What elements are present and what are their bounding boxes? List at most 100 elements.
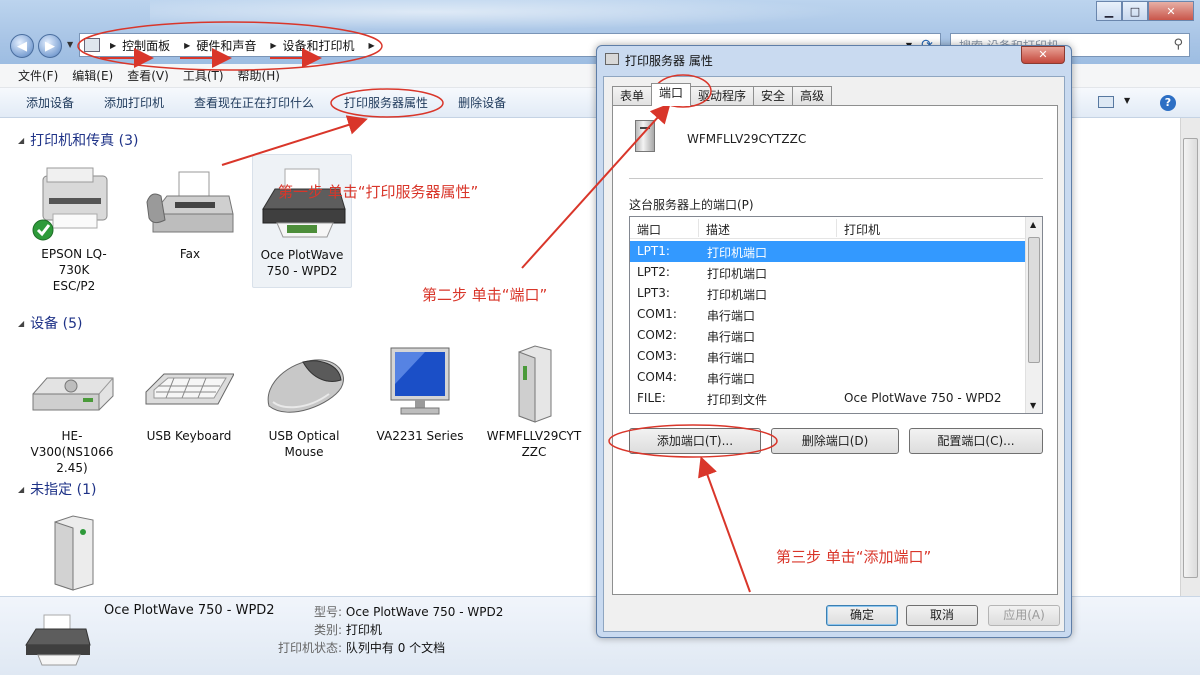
help-icon[interactable]: ? [1160,95,1176,111]
view-dropdown-icon[interactable]: ▼ [1124,96,1130,105]
table-row[interactable]: COM4: 串行端口 [630,367,1026,388]
device-usb-mouse[interactable]: USB Optical Mouse [254,344,354,460]
device-va2231-monitor[interactable]: VA2231 Series [370,344,470,444]
add-port-button[interactable]: 添加端口(T)... [629,428,761,454]
ports-list[interactable]: 端口 描述 打印机 LPT1: 打印机端口 LPT2: 打印机端口 LPT3: … [629,216,1043,414]
add-printer-button[interactable]: 添加打印机 [104,94,164,111]
delete-port-button[interactable]: 删除端口(D) [771,428,899,454]
apply-button[interactable]: 应用(A) [988,605,1060,626]
scroll-up-icon[interactable]: ▲ [1030,220,1036,229]
tab-advanced[interactable]: 高级 [792,86,833,106]
column-description[interactable]: 描述 [706,221,730,238]
device-oce-plotwave[interactable]: Oce PlotWave 750 - WPD2 [252,154,352,288]
table-row[interactable]: FILE: 打印到文件 Oce PlotWave 750 - WPD2 [630,388,1026,409]
control-panel-icon [84,38,100,52]
scrollbar-thumb[interactable] [1183,138,1198,578]
device-label: EPSON LQ-730K ESC/P2 [41,247,107,293]
recent-pages-dropdown[interactable]: ▼ [67,40,73,49]
breadcrumb-separator[interactable]: ▶ [184,41,190,50]
details-status-label: 打印机状态: [278,641,343,655]
scrollbar-thumb[interactable] [1028,237,1040,363]
breadcrumb-separator[interactable]: ▶ [110,41,116,50]
tab-ports[interactable]: 端口 [651,83,692,106]
add-device-button[interactable]: 添加设备 [26,94,74,111]
desc-cell: 串行端口 [707,351,756,365]
group-unspecified-header[interactable]: ◢ 未指定 (1) [18,479,96,499]
table-row[interactable]: COM1: 串行端口 [630,304,1026,325]
printer-icon [605,53,619,65]
close-button[interactable]: ✕ [1148,1,1194,21]
details-printer-icon [22,611,92,669]
device-label: HE-V300(NS1066 2.45) [30,429,114,475]
change-view-icon[interactable] [1098,96,1114,108]
port-cell: LPT1: [637,244,670,258]
table-row[interactable]: LPT3: 打印机端口 [630,283,1026,304]
print-server-properties-button[interactable]: 打印服务器属性 [344,94,428,111]
ok-button[interactable]: 确定 [826,605,898,626]
printer-icon [257,163,347,243]
table-row[interactable]: COM3: 串行端口 [630,346,1026,367]
port-cell: COM1: [637,307,677,321]
printer-icon [29,162,119,242]
column-divider[interactable] [698,219,699,237]
see-whats-printing-button[interactable]: 查看现在正在打印什么 [194,94,314,111]
menu-file[interactable]: 文件(F) [18,67,58,84]
device-fax[interactable]: Fax [140,162,240,262]
maximize-button[interactable]: □ [1122,1,1148,21]
annotation-step1: 第一步 单击“打印服务器属性” [278,183,479,201]
device-label: USB Keyboard [146,429,232,443]
table-row[interactable]: LPT1: 打印机端口 [630,241,1026,262]
group-devices-header[interactable]: ◢ 设备 (5) [18,313,82,333]
port-cell: FILE: [637,391,666,405]
table-row[interactable]: COM2: 串行端口 [630,325,1026,346]
remove-device-button[interactable]: 删除设备 [458,94,506,111]
tab-drivers[interactable]: 驱动程序 [690,86,755,106]
device-unspecified[interactable] [24,512,124,596]
device-he-v300[interactable]: HE-V300(NS1066 2.45) [22,344,122,476]
column-port[interactable]: 端口 [637,221,661,238]
menu-edit[interactable]: 编辑(E) [72,67,113,84]
breadcrumb-separator[interactable]: ▶ [369,41,375,50]
port-cell: COM2: [637,328,677,342]
breadcrumb-hardware-sound[interactable]: 硬件和声音 [196,37,256,54]
ports-list-scrollbar[interactable]: ▲ ▼ [1025,217,1042,413]
collapse-icon[interactable]: ◢ [18,136,24,145]
device-label: USB Optical Mouse [268,429,340,459]
breadcrumb-control-panel[interactable]: 控制面板 [122,37,170,54]
table-row[interactable]: LPT2: 打印机端口 [630,262,1026,283]
column-divider[interactable] [836,219,837,237]
breadcrumb-devices-printers[interactable]: 设备和打印机 [283,37,355,54]
menu-help[interactable]: 帮助(H) [238,67,280,84]
minimize-button[interactable]: ▁ [1096,1,1122,21]
cancel-button[interactable]: 取消 [906,605,978,626]
configure-port-button[interactable]: 配置端口(C)... [909,428,1043,454]
group-printers-label: 打印机和传真 (3) [30,133,139,149]
device-epson-printer[interactable]: EPSON LQ-730K ESC/P2 [24,162,124,294]
divider [629,178,1043,179]
group-printers-header[interactable]: ◢ 打印机和传真 (3) [18,130,138,150]
device-wfmfllv29cytzzc[interactable]: WFMFLLV29CYTZZC [484,344,584,460]
tab-security[interactable]: 安全 [753,86,794,106]
device-label: VA2231 Series [376,429,464,443]
menu-tools[interactable]: 工具(T) [183,67,224,84]
annotation-step3: 第三步 单击“添加端口” [776,548,932,566]
column-printer[interactable]: 打印机 [844,221,880,238]
device-label: WFMFLLV29CYTZZC [486,429,582,459]
collapse-icon[interactable]: ◢ [18,319,24,328]
search-icon[interactable]: ⚲ [1173,37,1183,52]
back-button[interactable]: ◀ [10,34,34,58]
desc-cell: 打印机端口 [707,267,768,281]
collapse-icon[interactable]: ◢ [18,485,24,494]
dialog-close-button[interactable]: ✕ [1021,46,1065,64]
menu-view[interactable]: 查看(V) [127,67,169,84]
scroll-down-icon[interactable]: ▼ [1030,401,1036,410]
details-category: 类别: 打印机 [314,621,382,638]
desc-cell: 串行端口 [707,372,756,386]
port-cell: COM4: [637,370,677,384]
main-scrollbar[interactable] [1180,118,1200,596]
forward-button[interactable]: ▶ [38,34,62,58]
breadcrumb-separator[interactable]: ▶ [270,41,276,50]
tab-forms[interactable]: 表单 [612,86,653,106]
device-usb-keyboard[interactable]: USB Keyboard [139,344,239,444]
server-icon [635,120,655,152]
